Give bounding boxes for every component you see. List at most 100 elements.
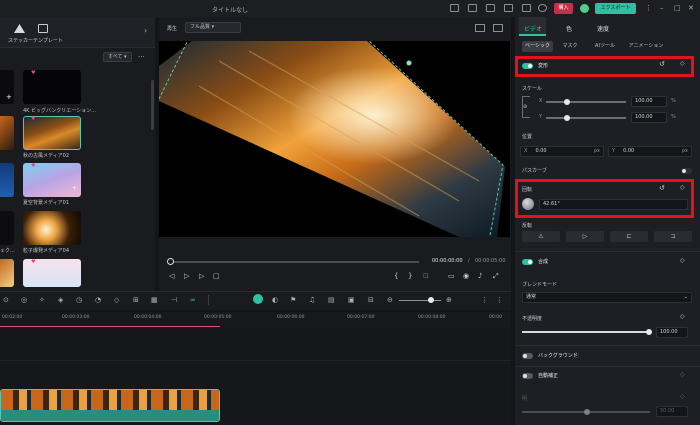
grid-icon[interactable]: ▦ — [151, 296, 158, 304]
crop-icon[interactable]: ⊞ — [133, 296, 139, 304]
zoom-in-icon[interactable]: ⊕ — [446, 296, 452, 304]
effect-icon[interactable]: ✧ — [39, 296, 45, 304]
brightness-knob[interactable] — [584, 409, 590, 415]
filter-dropdown[interactable]: すべて ▾ — [103, 52, 132, 62]
screen-icon[interactable] — [468, 4, 477, 12]
lock-icon[interactable]: ⊘ — [523, 104, 527, 110]
tab-sticker[interactable]: ステッカー — [8, 37, 33, 44]
zoom-out-icon[interactable]: ⊖ — [387, 296, 393, 304]
keyframe-icon[interactable]: ◇ — [114, 296, 119, 304]
keyframe-diamond-icon[interactable]: ◇ — [680, 60, 685, 67]
layout-icon[interactable] — [504, 4, 513, 12]
auto-correct-toggle[interactable] — [522, 373, 533, 379]
caption-icon[interactable]: ▤ — [328, 296, 335, 304]
video-canvas[interactable] — [156, 37, 510, 242]
playhead-knob[interactable] — [167, 258, 174, 265]
snap-icon[interactable]: ⊟ — [368, 296, 374, 304]
reset-icon[interactable]: ↺ — [659, 60, 665, 68]
zoom-slider-knob[interactable] — [428, 297, 434, 303]
maximize-icon[interactable]: □ — [674, 4, 681, 12]
composite-toggle[interactable] — [522, 259, 533, 265]
keyboard-icon[interactable] — [522, 4, 531, 12]
add-icon[interactable]: + — [6, 93, 12, 101]
cloud-icon[interactable] — [450, 4, 459, 12]
flip-vertical-button[interactable]: ⚠ — [522, 231, 560, 242]
speed-icon[interactable]: ◔ — [95, 296, 101, 304]
subtab-basic[interactable]: ベーシック — [522, 41, 553, 52]
split-icon[interactable]: ⊣ — [171, 296, 177, 304]
video-clip[interactable] — [0, 389, 220, 422]
timer-icon[interactable]: ◷ — [76, 296, 82, 304]
subtab-mask[interactable]: マスク — [560, 41, 580, 52]
credit-icon[interactable] — [580, 4, 589, 13]
add-icon[interactable]: + — [72, 185, 77, 192]
position-x-input[interactable]: X 0.00 px — [520, 146, 604, 157]
account-icon[interactable] — [538, 4, 547, 12]
storage-icon[interactable] — [486, 4, 495, 12]
mic-icon[interactable]: ♫ — [309, 296, 315, 304]
clip-icon[interactable]: ⊡ — [423, 272, 429, 280]
scale-x-input[interactable]: 100.00 — [631, 96, 667, 107]
audio-icon[interactable]: ♪ — [478, 272, 482, 280]
more-icon[interactable]: ··· — [138, 53, 145, 61]
opacity-input[interactable]: 100.00 — [656, 327, 688, 338]
media-thumb-particle[interactable] — [23, 211, 81, 245]
close-icon[interactable]: ✕ — [688, 4, 694, 12]
camera-icon[interactable]: ◉ — [463, 272, 469, 280]
template-icon[interactable] — [38, 24, 48, 33]
rotated-video-frame[interactable] — [156, 37, 510, 242]
media-thumb-partial[interactable] — [0, 259, 14, 287]
play-icon[interactable]: ▷ — [184, 272, 189, 280]
export-button[interactable]: エクスポート — [595, 3, 636, 14]
scale-y-knob[interactable] — [564, 115, 570, 121]
path-curve-toggle[interactable] — [681, 168, 692, 174]
mask-icon[interactable]: ◐ — [272, 296, 278, 304]
keyframe-diamond-icon[interactable]: ◇ — [680, 257, 685, 264]
render-icon[interactable] — [253, 294, 263, 304]
rotation-input[interactable]: 42.61° — [539, 199, 688, 210]
keyframe-diamond-icon[interactable]: ◇ — [680, 371, 685, 378]
fullscreen-icon[interactable]: ⤢ — [493, 272, 499, 281]
rotate-left-button[interactable]: ⊏ — [610, 231, 648, 242]
keyframe-diamond-icon[interactable]: ◇ — [680, 393, 685, 400]
rotation-dial[interactable] — [522, 198, 534, 210]
media-thumb-partial[interactable] — [0, 116, 14, 150]
position-y-input[interactable]: Y 0.00 px — [608, 146, 692, 157]
zoom-icon[interactable]: ⊙ — [3, 296, 9, 304]
chevron-right-icon[interactable]: › — [144, 26, 147, 35]
scale-x-knob[interactable] — [564, 99, 570, 105]
opacity-knob[interactable] — [646, 329, 652, 335]
snapshot-icon[interactable] — [475, 24, 485, 32]
image-icon[interactable] — [493, 24, 503, 32]
subtab-animation[interactable]: アニメーション — [627, 41, 665, 52]
rotate-right-button[interactable]: ⊐ — [654, 231, 692, 242]
minimize-icon[interactable]: – — [660, 4, 664, 12]
media-thumb-partial[interactable] — [0, 211, 14, 245]
keyframe-diamond-icon[interactable]: ◇ — [680, 184, 685, 191]
flip-horizontal-button[interactable]: ▷ — [566, 231, 604, 242]
blend-mode-dropdown[interactable]: 通常 ⌄ — [522, 292, 692, 303]
play-alt-icon[interactable]: ▷ — [199, 272, 204, 280]
scale-y-slider[interactable] — [546, 117, 626, 119]
scale-x-slider[interactable] — [546, 101, 626, 103]
opacity-slider[interactable] — [522, 331, 650, 333]
ai-icon[interactable]: ◈ — [58, 296, 63, 304]
quality-dropdown[interactable]: フル品質 ▾ — [185, 22, 241, 33]
media-icon[interactable]: ▣ — [348, 296, 355, 304]
reset-icon[interactable]: ↺ — [659, 184, 665, 192]
tab-video[interactable]: ビデオ — [524, 24, 542, 33]
transform-toggle[interactable] — [522, 63, 533, 69]
drag-handle-icon[interactable]: ⋮ — [481, 296, 488, 304]
scale-y-input[interactable]: 100.00 — [631, 112, 667, 123]
help-icon[interactable]: ⓘ — [574, 352, 579, 359]
color-icon[interactable]: ◎ — [21, 296, 27, 304]
grid-view-icon[interactable]: ⋮ — [496, 296, 503, 304]
purchase-button[interactable]: 購入 — [554, 3, 573, 14]
zoom-slider-track[interactable] — [399, 300, 441, 301]
display-icon[interactable]: ▭ — [448, 272, 455, 280]
media-scrollbar[interactable] — [151, 80, 154, 130]
menu-icon[interactable]: ⋮ — [645, 4, 652, 12]
sticker-icon[interactable] — [14, 24, 25, 33]
subtab-ai-tools[interactable]: AIツール — [590, 41, 620, 52]
media-thumb-partial[interactable] — [0, 163, 14, 197]
